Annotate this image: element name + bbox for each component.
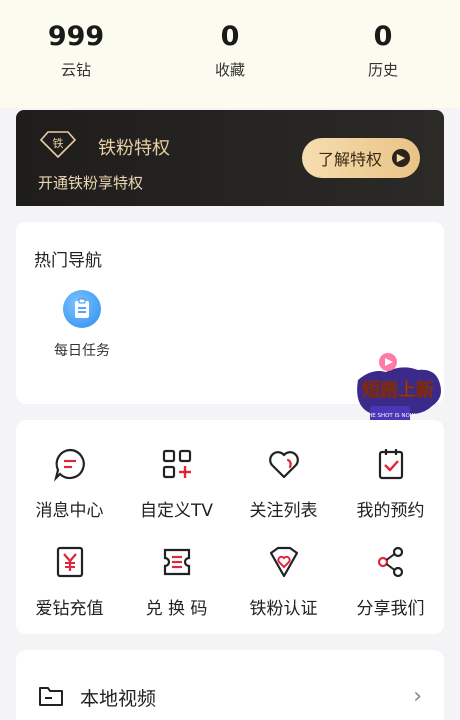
ticket-icon bbox=[163, 548, 190, 576]
menu-label: 铁粉认证 bbox=[249, 599, 318, 619]
section-title: 热门导航 bbox=[34, 251, 102, 271]
heart-icon bbox=[268, 451, 299, 479]
diamond-badge-icon: 铁 bbox=[40, 131, 76, 158]
promo-subtitle: THE SHOT IS NOW bbox=[364, 413, 416, 419]
stats-bar: 999 云钻 0 收藏 0 历史 bbox=[0, 0, 460, 108]
menu-item-reservations[interactable]: 我的预约 bbox=[337, 446, 444, 521]
custom-tv-icon bbox=[162, 449, 191, 479]
menu-label: 消息中心 bbox=[35, 501, 104, 521]
menu-label: 关注列表 bbox=[249, 501, 318, 521]
arrow-right-icon: ▶ bbox=[392, 149, 410, 167]
promo-title: 短剧上新 bbox=[362, 379, 434, 401]
reservation-icon bbox=[378, 449, 403, 480]
menu-item-follow-list[interactable]: 关注列表 bbox=[230, 446, 337, 521]
menu-label: 分享我们 bbox=[356, 599, 425, 619]
daily-task-label: 每日任务 bbox=[54, 343, 110, 359]
learn-privilege-label: 了解特权 bbox=[318, 150, 383, 169]
menu-item-redeem-code[interactable]: 兑 换 码 bbox=[123, 544, 230, 619]
local-video-label: 本地视频 bbox=[80, 688, 157, 710]
menu-label: 我的预约 bbox=[356, 501, 425, 521]
menu-label: 爱钻充值 bbox=[35, 599, 104, 619]
stat-value: 0 bbox=[220, 21, 240, 52]
menu-label: 自定义TV bbox=[139, 501, 213, 521]
stat-value: 0 bbox=[373, 21, 393, 52]
chevron-right-icon: › bbox=[413, 684, 422, 709]
vip-subtitle: 开通铁粉享特权 bbox=[38, 174, 144, 192]
menu-item-custom-tv[interactable]: 自定义TV bbox=[123, 446, 230, 521]
menu-label: 兑 换 码 bbox=[145, 599, 208, 619]
share-icon bbox=[377, 546, 403, 578]
stat-label: 云钻 bbox=[60, 61, 91, 79]
svg-text:铁: 铁 bbox=[53, 137, 64, 150]
stat-label: 收藏 bbox=[214, 61, 245, 79]
vip-title: 铁粉特权 bbox=[98, 138, 170, 159]
menu-item-messages[interactable]: 消息中心 bbox=[16, 446, 123, 521]
menu-grid-card: 消息中心 自定义TV 关注列表 我的预约 爱钻充值 兑 换 码 铁粉认证 分享我… bbox=[16, 420, 444, 634]
stat-label: 历史 bbox=[367, 61, 398, 79]
message-icon bbox=[53, 448, 85, 482]
stat-value: 999 bbox=[47, 21, 105, 52]
menu-item-fan-verify[interactable]: 铁粉认证 bbox=[230, 544, 337, 619]
yen-icon bbox=[56, 546, 83, 578]
folder-icon bbox=[39, 687, 63, 706]
learn-privilege-button[interactable]: 了解特权 ▶ bbox=[302, 138, 420, 178]
menu-item-recharge[interactable]: 爱钻充值 bbox=[16, 544, 123, 619]
vip-banner[interactable]: 铁 铁粉特权 开通铁粉享特权 了解特权 ▶ bbox=[16, 110, 444, 206]
stat-favorites[interactable]: 0 收藏 bbox=[170, 20, 290, 80]
stat-diamonds[interactable]: 999 云钻 bbox=[16, 20, 136, 80]
stat-history[interactable]: 0 历史 bbox=[323, 20, 443, 80]
shield-heart-icon bbox=[269, 546, 298, 578]
local-video-row[interactable]: 本地视频 › bbox=[16, 650, 444, 720]
daily-task-item[interactable]: 每日任务 bbox=[42, 290, 122, 360]
menu-item-share[interactable]: 分享我们 bbox=[337, 544, 444, 619]
clipboard-icon bbox=[63, 290, 101, 328]
